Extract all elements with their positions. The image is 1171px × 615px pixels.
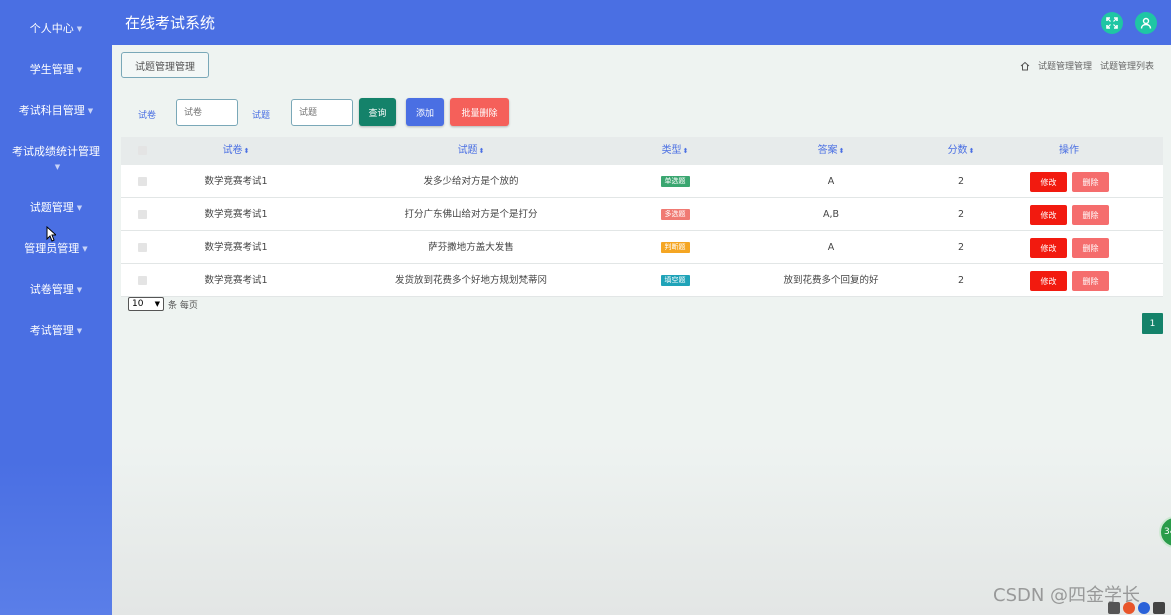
home-icon[interactable]	[1020, 61, 1030, 71]
breadcrumb-item[interactable]: 试题管理管理	[1038, 59, 1092, 72]
sort-icon: ⬍	[478, 147, 485, 155]
caret-down-icon: ▼	[76, 326, 83, 335]
search-button[interactable]: 查询	[359, 98, 396, 126]
cell-question: 打分广东佛山给对方是个是打分	[404, 209, 538, 220]
edit-button[interactable]: 修改	[1030, 205, 1067, 225]
fullscreen-icon[interactable]	[1101, 12, 1123, 34]
row-checkbox[interactable]	[138, 276, 147, 285]
caret-down-icon: ▼	[54, 162, 61, 171]
delete-button[interactable]: 删除	[1072, 172, 1109, 192]
caret-down-icon: ▼	[76, 203, 83, 212]
table-row: 数学竞赛考试1 萨芬撒地方盖大发售 判断题 A 2 修改 删除	[121, 231, 1163, 264]
table-row: 数学竞赛考试1 打分广东佛山给对方是个是打分 多选题 A,B 2 修改 删除	[121, 198, 1163, 231]
type-badge: 判断题	[660, 242, 690, 253]
cell-question: 发多少给对方是个放的	[423, 176, 519, 187]
sidebar-item-students[interactable]: 学生管理 ▼	[0, 62, 112, 78]
cell-type: 判断题	[635, 231, 715, 264]
page-button-1[interactable]: 1	[1142, 313, 1163, 334]
page-title-button[interactable]: 试题管理管理	[121, 52, 209, 78]
cell-question: 萨芬撒地方盖大发售	[428, 242, 514, 253]
caret-down-icon: ▼	[76, 24, 83, 33]
cell-score: 2	[957, 275, 965, 286]
paper-filter-input[interactable]	[176, 99, 238, 126]
app-title: 在线考试系统	[125, 14, 216, 32]
delete-button[interactable]: 删除	[1072, 238, 1109, 258]
cell-score: 2	[957, 176, 965, 187]
user-icon[interactable]	[1135, 12, 1157, 34]
cell-score: 2	[957, 242, 965, 253]
table-row: 数学竞赛考试1 发货放到花费多个好地方规划梵蒂冈 填空题 放到花费多个回复的好 …	[121, 264, 1163, 297]
add-button[interactable]: 添加	[406, 98, 444, 126]
type-badge: 多选题	[660, 209, 690, 220]
edit-button[interactable]: 修改	[1030, 238, 1067, 258]
col-header-question[interactable]: 试题⬍	[371, 137, 571, 165]
cell-type: 单选题	[635, 165, 715, 198]
sidebar-item-subjects[interactable]: 考试科目管理 ▼	[0, 103, 112, 119]
cell-type: 填空题	[635, 264, 715, 297]
edit-button[interactable]: 修改	[1030, 271, 1067, 291]
caret-down-icon: ▼	[82, 244, 88, 253]
mouse-cursor-icon	[46, 226, 56, 242]
caret-down-icon: ▼	[76, 285, 83, 294]
sidebar: 个人中心 ▼ 学生管理 ▼ 考试科目管理 ▼ 考试成绩统计管理▼ 试题管理 ▼ 管理员管…	[0, 0, 112, 615]
cell-score: 2	[957, 209, 965, 220]
table-row: 数学竞赛考试1 发多少给对方是个放的 单选题 A 2 修改 删除	[121, 165, 1163, 198]
cell-paper: 数学竞赛考试1	[204, 176, 268, 187]
page-size-select[interactable]: 10 ▼	[128, 297, 164, 311]
col-header-type[interactable]: 类型⬍	[635, 137, 715, 165]
sidebar-item-questions[interactable]: 试题管理 ▼	[0, 200, 112, 216]
sidebar-item-papers[interactable]: 试卷管理 ▼	[0, 282, 112, 298]
cell-answer: 放到花费多个回复的好	[783, 275, 879, 286]
sort-icon: ⬍	[682, 147, 689, 155]
breadcrumb: 试题管理管理 试题管理列表	[1020, 59, 1154, 72]
select-all-checkbox[interactable]	[138, 146, 147, 155]
col-header-actions: 操作	[1059, 145, 1079, 156]
row-checkbox[interactable]	[138, 177, 147, 186]
batch-delete-button[interactable]: 批量删除	[450, 98, 509, 126]
col-header-paper[interactable]: 试卷⬍	[186, 137, 286, 165]
system-tray	[1108, 600, 1171, 615]
per-page-label: 条 每页	[168, 301, 198, 311]
tray-icon	[1108, 601, 1120, 614]
cell-answer: A	[827, 176, 835, 187]
top-bar: 在线考试系统	[112, 0, 1171, 45]
table-header: 试卷⬍ 试题⬍ 类型⬍ 答案⬍ 分数⬍ 操作	[121, 137, 1163, 165]
row-checkbox[interactable]	[138, 243, 147, 252]
sort-icon: ⬍	[968, 147, 975, 155]
col-header-answer[interactable]: 答案⬍	[761, 137, 901, 165]
sort-icon: ⬍	[243, 147, 250, 155]
cell-answer: A	[827, 242, 835, 253]
sidebar-item-personal-center[interactable]: 个人中心 ▼	[0, 21, 112, 37]
cell-paper: 数学竞赛考试1	[204, 275, 268, 286]
type-badge: 填空题	[660, 275, 690, 286]
cell-type: 多选题	[635, 198, 715, 231]
question-filter-label: 试题	[252, 111, 271, 121]
caret-down-icon: ▼	[76, 65, 83, 74]
delete-button[interactable]: 删除	[1072, 205, 1109, 225]
sidebar-item-score-stats[interactable]: 考试成绩统计管理▼	[0, 144, 112, 175]
cell-paper: 数学竞赛考试1	[204, 209, 268, 220]
questions-table: 试卷⬍ 试题⬍ 类型⬍ 答案⬍ 分数⬍ 操作 数学竞赛考试1 发多少给对方是个放…	[121, 137, 1163, 297]
cell-paper: 数学竞赛考试1	[204, 242, 268, 253]
tray-icon	[1153, 601, 1165, 614]
question-filter-input[interactable]	[291, 99, 353, 126]
help-icon	[1138, 601, 1150, 614]
type-badge: 单选题	[660, 176, 690, 187]
paper-filter-label: 试卷	[138, 111, 157, 121]
sidebar-item-admins[interactable]: 管理员管理 ▼	[0, 241, 112, 257]
chevron-down-icon: ▼	[154, 300, 160, 308]
breadcrumb-item: 试题管理列表	[1099, 62, 1154, 72]
col-header-score[interactable]: 分数⬍	[921, 137, 1001, 165]
cell-answer: A,B	[822, 209, 840, 220]
row-checkbox[interactable]	[138, 210, 147, 219]
edit-button[interactable]: 修改	[1030, 172, 1067, 192]
sort-icon: ⬍	[838, 147, 845, 155]
tray-icon	[1123, 601, 1135, 614]
sidebar-item-exams[interactable]: 考试管理 ▼	[0, 323, 112, 339]
cell-question: 发货放到花费多个好地方规划梵蒂冈	[394, 275, 547, 286]
caret-down-icon: ▼	[87, 106, 94, 115]
delete-button[interactable]: 删除	[1072, 271, 1109, 291]
main-content: 试题管理管理 试题管理管理 试题管理列表 试卷 试题 查询 添加 批量删除 试卷…	[112, 45, 1171, 615]
